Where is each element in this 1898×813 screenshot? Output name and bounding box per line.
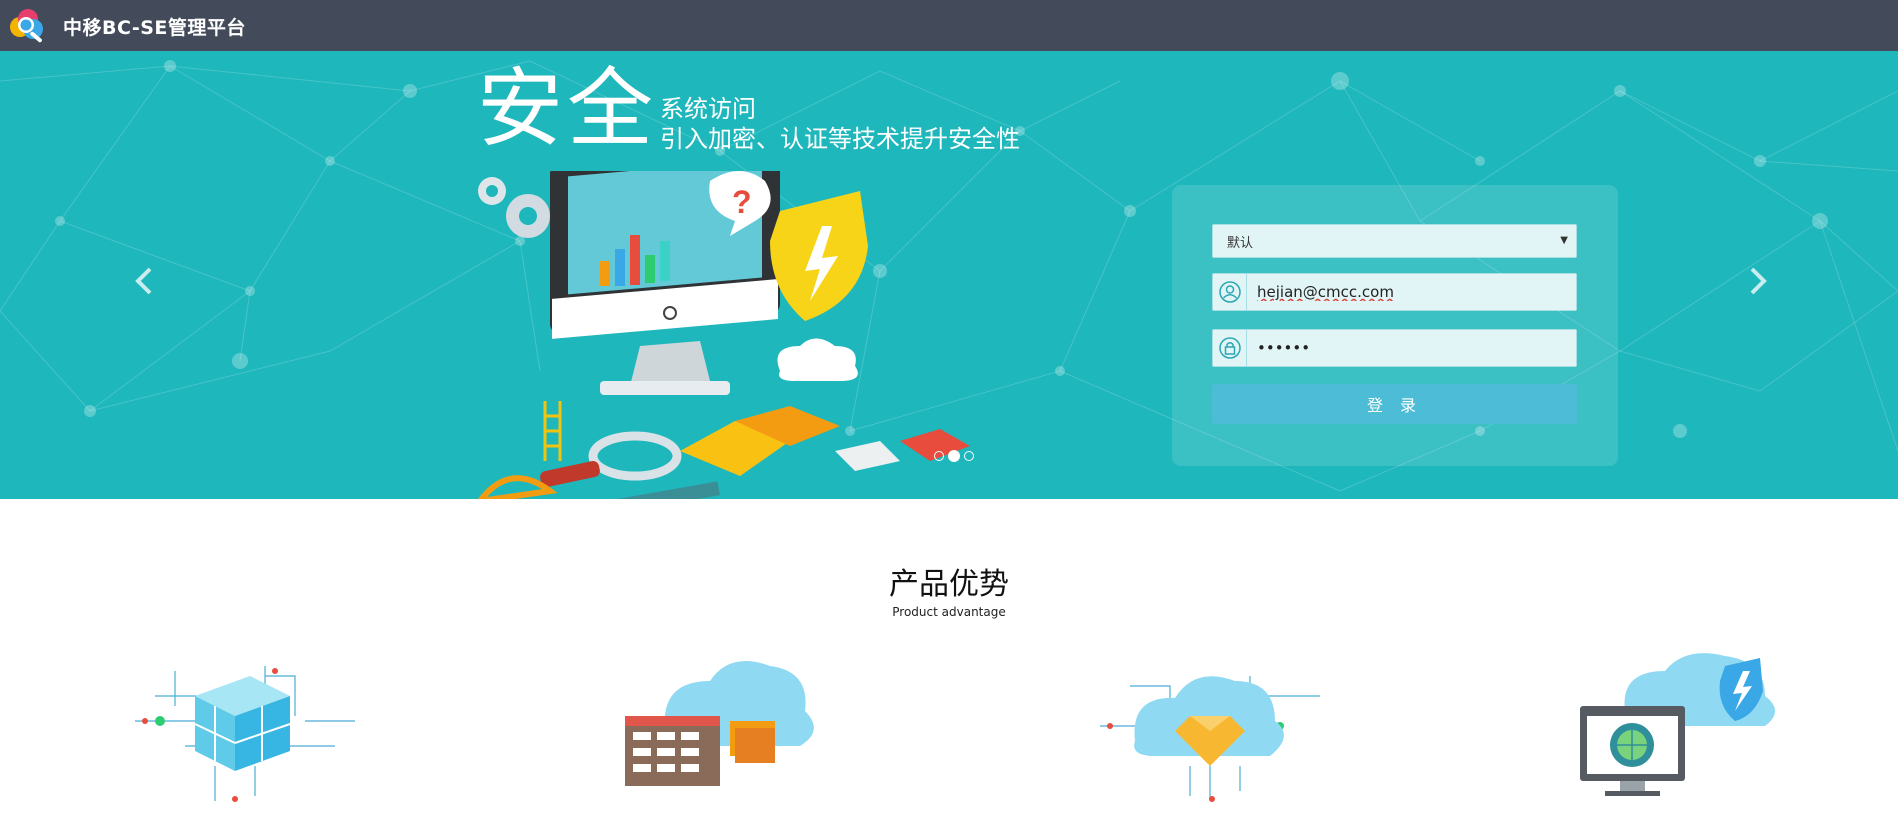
carousel-prev-arrow-icon[interactable] xyxy=(128,261,162,301)
login-button[interactable]: 登 录 xyxy=(1212,384,1577,424)
section-subtitle: Product advantage xyxy=(892,605,1006,619)
cloud-icon xyxy=(777,338,858,381)
lock-icon xyxy=(1213,330,1247,366)
slogan-description: 引入加密、认证等技术提升安全性 xyxy=(660,125,1020,153)
carousel-dot-3[interactable] xyxy=(964,451,974,461)
puzzle-icon xyxy=(680,406,970,476)
chevron-down-icon[interactable]: ▼ xyxy=(1560,235,1568,246)
slogan-title: 安全 xyxy=(477,59,657,159)
password-input[interactable] xyxy=(1257,330,1567,366)
carousel-dot-1[interactable] xyxy=(934,451,944,461)
gear-icon xyxy=(478,177,550,238)
top-header: 中移BC-SE管理平台 xyxy=(0,0,1898,51)
tenant-select-value: 默认 xyxy=(1227,235,1254,251)
hero-banner: 安全 系统访问 引入加密、认证等技术提升安全性 ? 默认 ▼ hejian@cm… xyxy=(0,51,1898,499)
username-input[interactable] xyxy=(1257,274,1567,310)
password-field[interactable] xyxy=(1212,329,1577,367)
ruler-icon xyxy=(550,481,720,499)
protractor-icon xyxy=(477,475,558,499)
lightning-shield-icon xyxy=(770,191,868,321)
cube-circuit-icon xyxy=(135,666,355,802)
user-icon xyxy=(1213,274,1247,310)
cloud-diamond-icon xyxy=(1100,676,1320,802)
svg-text:?: ? xyxy=(732,184,752,220)
security-monitor-illustration: ? xyxy=(477,171,970,499)
username-field[interactable] xyxy=(1212,273,1577,311)
slogan-subtitle: 系统访问 xyxy=(660,95,756,123)
cloud-security-monitor-icon xyxy=(1580,653,1775,796)
app-title: 中移BC-SE管理平台 xyxy=(63,17,246,39)
carousel-dots xyxy=(934,450,974,462)
ladder-icon xyxy=(543,401,562,461)
carousel-dot-2[interactable] xyxy=(948,450,960,462)
cloud-server-icon xyxy=(625,661,814,786)
tenant-select[interactable]: 默认 ▼ xyxy=(1212,224,1577,258)
login-panel: 默认 ▼ 登 录 xyxy=(1172,185,1618,466)
section-title: 产品优势 xyxy=(889,567,1009,602)
carousel-next-arrow-icon[interactable] xyxy=(1740,261,1774,301)
logo-icon[interactable] xyxy=(6,4,52,46)
